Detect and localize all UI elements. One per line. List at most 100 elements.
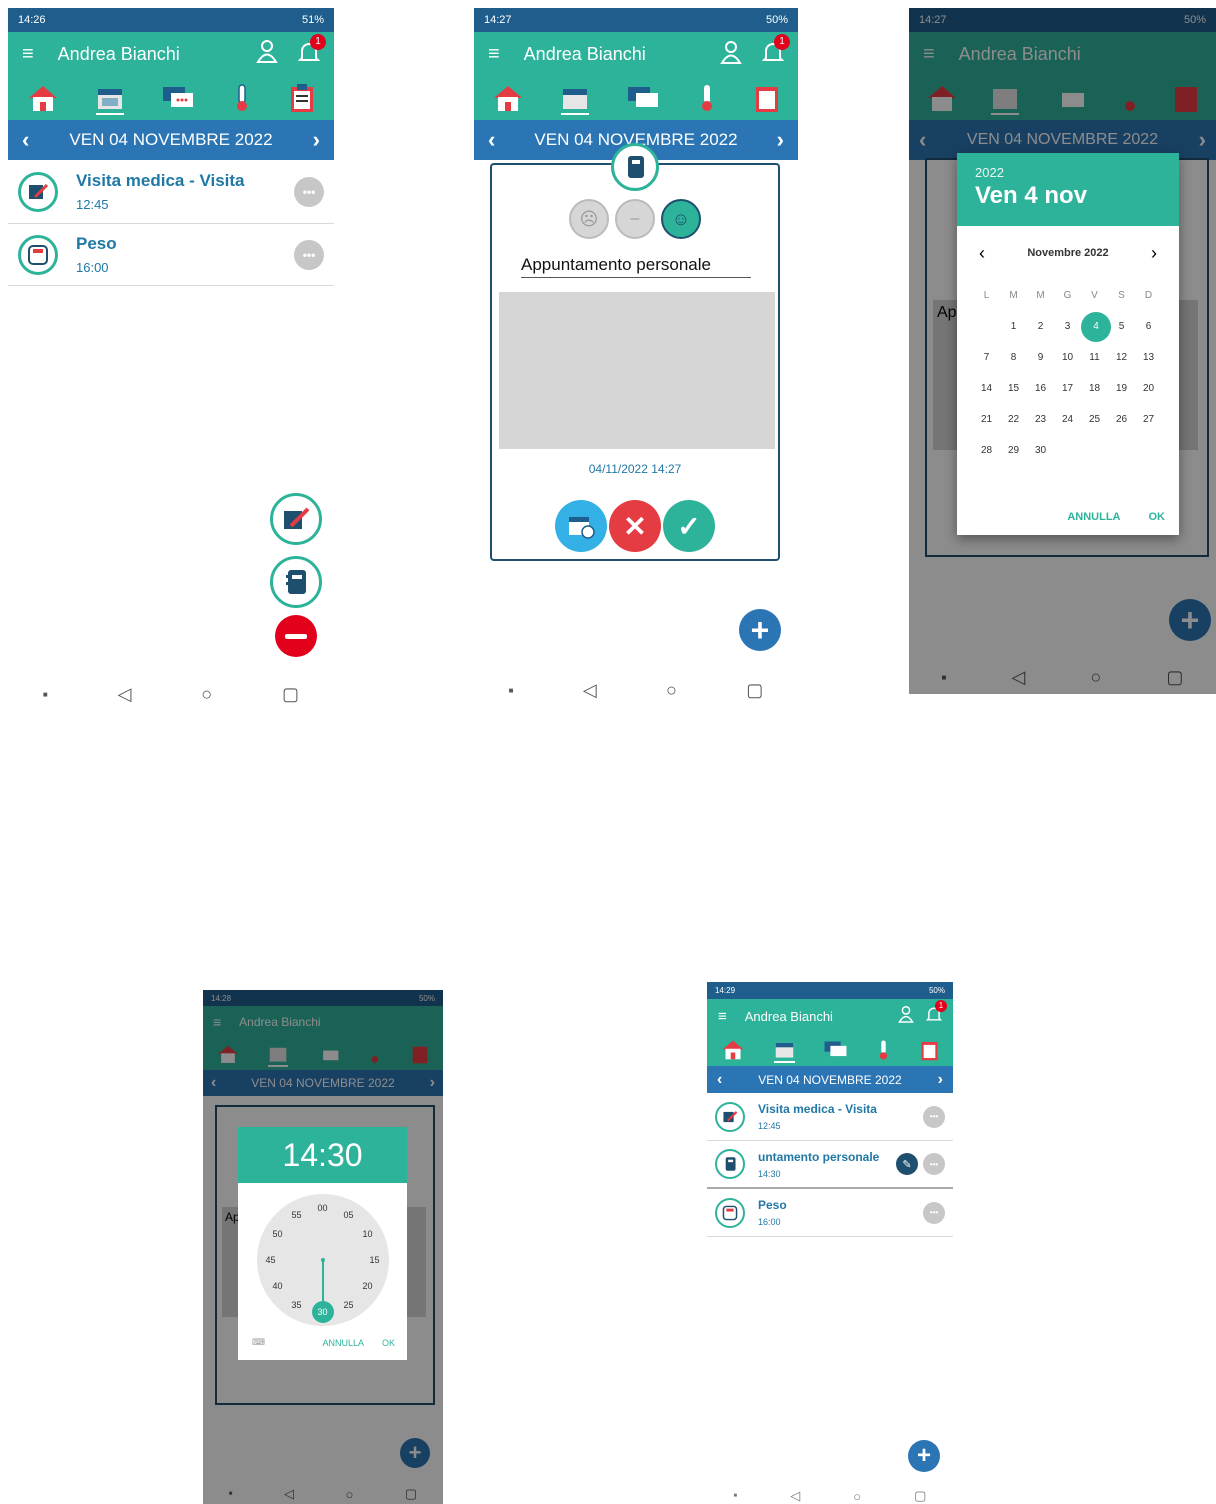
tab-messages[interactable] <box>626 85 660 111</box>
calendar-day[interactable]: 20 <box>1135 373 1162 404</box>
calendar-day[interactable]: 10 <box>1054 342 1081 373</box>
list-item[interactable]: Visita medica - Visita 12:45 ••• <box>8 160 334 224</box>
back-icon[interactable]: ◁ <box>583 680 597 701</box>
tab-reports[interactable] <box>920 1039 939 1061</box>
calendar-day[interactable]: 4 <box>1081 311 1111 342</box>
chevron-left-icon[interactable]: ‹ <box>979 243 985 264</box>
more-icon[interactable]: ••• <box>294 239 324 270</box>
tab-home[interactable] <box>492 84 524 112</box>
clock-minute-label[interactable]: 35 <box>286 1294 308 1316</box>
more-icon[interactable]: ••• <box>923 1105 945 1128</box>
clock-minute-label[interactable]: 20 <box>357 1275 379 1297</box>
clock-minute-label[interactable]: 00 <box>312 1197 334 1219</box>
calendar-day[interactable]: 7 <box>973 342 1000 373</box>
calendar-day[interactable]: 29 <box>1000 435 1027 466</box>
calendar-day[interactable]: 13 <box>1135 342 1162 373</box>
back-icon[interactable]: ◁ <box>790 1488 800 1504</box>
remove-icon[interactable] <box>275 615 317 657</box>
clock-minute-label[interactable]: 50 <box>266 1223 288 1245</box>
sad-face-icon[interactable]: ☹ <box>569 199 609 239</box>
check-icon[interactable]: ✓ <box>663 500 715 552</box>
more-icon[interactable]: ••• <box>923 1201 945 1224</box>
tab-messages[interactable] <box>823 1040 848 1059</box>
recents-icon[interactable]: ▢ <box>282 684 299 705</box>
tab-reports[interactable] <box>289 83 315 113</box>
tab-measurements[interactable] <box>876 1039 891 1061</box>
calendar-day[interactable]: 14 <box>973 373 1000 404</box>
recents-icon[interactable]: ▢ <box>746 680 763 701</box>
list-item[interactable]: Visita medica - Visita 12:45 ••• <box>707 1093 953 1141</box>
menu-icon[interactable]: ≡ <box>488 43 500 66</box>
close-icon[interactable]: ✕ <box>609 500 661 552</box>
tab-home[interactable] <box>27 84 59 112</box>
recents-icon[interactable]: ▢ <box>914 1488 926 1504</box>
tab-reports[interactable] <box>754 83 780 113</box>
cancel-button[interactable]: ANNULLA <box>1067 511 1120 523</box>
home-circle-icon[interactable]: ○ <box>853 1489 861 1504</box>
calendar-day[interactable]: 6 <box>1135 311 1162 342</box>
calendar-day[interactable]: 2 <box>1027 311 1054 342</box>
calendar-day[interactable]: 11 <box>1081 342 1108 373</box>
user-icon[interactable] <box>256 39 278 69</box>
tab-calendar[interactable] <box>561 85 590 115</box>
tab-measurements[interactable] <box>232 83 252 113</box>
note-textarea[interactable] <box>499 292 775 449</box>
chevron-right-icon[interactable]: › <box>938 1071 943 1089</box>
home-circle-icon[interactable]: ○ <box>666 680 677 701</box>
back-icon[interactable]: ◁ <box>118 684 132 705</box>
calendar-day[interactable]: 3 <box>1054 311 1081 342</box>
bell-icon[interactable]: 1 <box>297 33 326 69</box>
calendar-day[interactable]: 23 <box>1027 404 1054 435</box>
ok-button[interactable]: OK <box>382 1338 395 1348</box>
title-field[interactable]: Appuntamento personale <box>521 255 751 278</box>
calendar-day[interactable]: 18 <box>1081 373 1108 404</box>
chevron-right-icon[interactable]: › <box>313 127 320 153</box>
chevron-right-icon[interactable]: › <box>1151 243 1157 264</box>
clock-minute-label[interactable]: 30 <box>311 1301 334 1323</box>
calendar-day[interactable]: 30 <box>1027 435 1054 466</box>
chevron-left-icon[interactable]: ‹ <box>488 127 495 153</box>
picker-year[interactable]: 2022 <box>975 165 1161 180</box>
calendar-day[interactable]: 17 <box>1054 373 1081 404</box>
calendar-day[interactable]: 1 <box>1000 311 1027 342</box>
tab-calendar[interactable] <box>773 1040 795 1063</box>
clock-minute-label[interactable]: 15 <box>364 1249 386 1271</box>
chevron-right-icon[interactable]: › <box>777 127 784 153</box>
tab-measurements[interactable] <box>697 83 717 113</box>
clock-minute-label[interactable]: 40 <box>266 1275 288 1297</box>
calendar-day[interactable]: 16 <box>1027 373 1054 404</box>
list-item[interactable]: Peso 16:00 ••• <box>8 224 334 286</box>
list-item[interactable]: Peso 16:00 ••• <box>707 1189 953 1237</box>
calendar-day[interactable]: 24 <box>1054 404 1081 435</box>
keyboard-icon[interactable]: ⌨ <box>252 1337 322 1348</box>
clock-face[interactable]: 00 05 10 15 20 25 30 35 40 45 50 55 <box>256 1194 389 1326</box>
add-note-button[interactable] <box>270 493 322 545</box>
calendar-day[interactable]: 5 <box>1108 311 1135 342</box>
neutral-face-icon[interactable]: – <box>615 199 655 239</box>
calendar-day[interactable]: 8 <box>1000 342 1027 373</box>
clock-minute-label[interactable]: 45 <box>260 1249 282 1271</box>
home-circle-icon[interactable]: ○ <box>201 684 212 705</box>
calendar-day[interactable]: 28 <box>973 435 1000 466</box>
clock-minute-label[interactable]: 55 <box>286 1204 308 1226</box>
chevron-left-icon[interactable]: ‹ <box>717 1071 722 1089</box>
ok-button[interactable]: OK <box>1149 511 1166 523</box>
plus-icon[interactable]: + <box>908 1440 940 1472</box>
tab-calendar[interactable] <box>95 85 124 115</box>
user-icon[interactable] <box>898 1005 914 1028</box>
add-diary-button[interactable] <box>270 556 322 608</box>
calendar-day[interactable]: 25 <box>1081 404 1108 435</box>
calendar-day[interactable]: 21 <box>973 404 1000 435</box>
menu-icon[interactable]: ≡ <box>22 43 34 66</box>
list-item[interactable]: untamento personale 14:30 ✎ ••• <box>707 1141 953 1189</box>
plus-icon[interactable]: + <box>739 609 781 651</box>
calendar-day[interactable]: 26 <box>1108 404 1135 435</box>
bell-icon[interactable]: 1 <box>925 999 947 1028</box>
bell-icon[interactable]: 1 <box>761 33 790 69</box>
cancel-button[interactable]: ANNULLA <box>322 1338 364 1348</box>
edit-icon[interactable]: ✎ <box>896 1153 918 1175</box>
tab-messages[interactable] <box>161 85 195 111</box>
clock-minute-label[interactable]: 05 <box>338 1204 360 1226</box>
more-icon[interactable]: ••• <box>923 1153 945 1175</box>
calendar-clock-icon[interactable] <box>555 500 607 552</box>
